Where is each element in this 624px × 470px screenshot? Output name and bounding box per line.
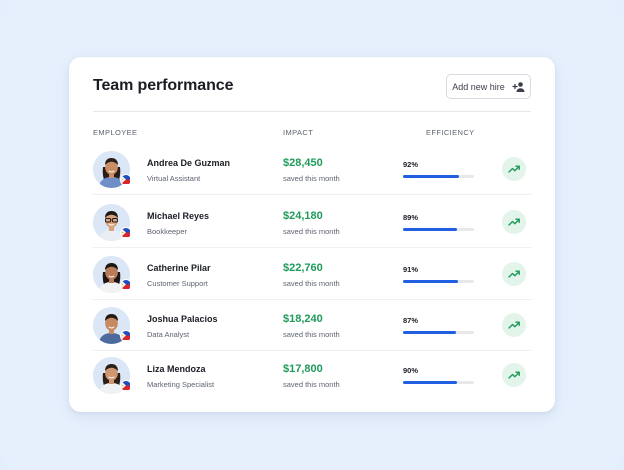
- add-new-hire-label: Add new hire: [452, 81, 505, 92]
- philippines-flag-icon: [120, 279, 132, 291]
- row-divider: [93, 299, 531, 300]
- philippines-flag-icon: [120, 174, 132, 186]
- efficiency-bar-fill: [403, 280, 458, 283]
- employee-role: Data Analyst: [147, 330, 190, 339]
- table-row[interactable]: Liza Mendoza Marketing Specialist $17,800 s…: [93, 351, 531, 401]
- trending-up-icon: [508, 270, 520, 278]
- efficiency-bar-fill: [403, 381, 458, 384]
- trending-up-icon: [508, 218, 520, 226]
- impact-value: $28,450: [283, 157, 323, 169]
- impact-caption: saved this month: [283, 279, 340, 288]
- philippines-flag-icon: [120, 330, 132, 342]
- impact-value: $17,800: [283, 363, 323, 375]
- column-header-impact: IMPACT: [283, 128, 314, 137]
- efficiency-bar: [403, 280, 474, 283]
- add-new-hire-button[interactable]: Add new hire: [446, 74, 531, 99]
- employee-name: Joshua Palacios: [147, 314, 218, 324]
- employee-name: Andrea De Guzman: [147, 158, 231, 168]
- employee-name: Liza Mendoza: [147, 364, 206, 374]
- trending-up-icon: [508, 321, 520, 329]
- efficiency-bar-fill: [403, 331, 456, 334]
- efficiency-bar-fill: [403, 175, 459, 178]
- impact-value: $22,760: [283, 262, 323, 274]
- efficiency-bar: [403, 331, 474, 334]
- impact-value: $18,240: [283, 313, 323, 325]
- trend-button[interactable]: [502, 262, 526, 286]
- header-divider: [93, 111, 531, 112]
- row-divider: [93, 194, 531, 195]
- impact-value: $24,180: [283, 210, 323, 222]
- add-user-icon: [512, 81, 525, 92]
- employee-role: Bookkeeper: [147, 227, 188, 236]
- trending-up-icon: [508, 371, 520, 379]
- table-row[interactable]: Joshua Palacios Data Analyst $18,240 saved …: [93, 301, 531, 351]
- column-header-employee: EMPLOYEE: [93, 128, 138, 137]
- table-row[interactable]: Catherine Pilar Customer Support $22,760 sa…: [93, 250, 531, 300]
- employee-role: Virtual Assistant: [147, 174, 201, 183]
- efficiency-bar: [403, 381, 474, 384]
- employee-name: Michael Reyes: [147, 211, 210, 221]
- impact-caption: saved this month: [283, 174, 340, 183]
- philippines-flag-icon: [120, 380, 132, 392]
- impact-caption: saved this month: [283, 330, 340, 339]
- efficiency-percent: 92%: [403, 160, 419, 169]
- efficiency-percent: 87%: [403, 316, 419, 325]
- column-header-efficiency: EFFICIENCY: [426, 128, 475, 137]
- employee-name: Catherine Pilar: [147, 263, 211, 273]
- efficiency-percent: 90%: [403, 366, 419, 375]
- philippines-flag-icon: [120, 227, 132, 239]
- trend-button[interactable]: [502, 157, 526, 181]
- table-row[interactable]: Michael Reyes Bookkeeper $24,180 saved this…: [93, 198, 531, 248]
- efficiency-bar: [403, 228, 474, 231]
- trend-button[interactable]: [502, 313, 526, 337]
- efficiency-percent: 89%: [403, 213, 419, 222]
- employee-role: Marketing Specialist: [147, 380, 215, 389]
- table-row[interactable]: Andrea De Guzman Virtual Assistant $28,450…: [93, 145, 531, 195]
- trending-up-icon: [508, 165, 520, 173]
- impact-caption: saved this month: [283, 380, 340, 389]
- efficiency-percent: 91%: [403, 265, 419, 274]
- trend-button[interactable]: [502, 363, 526, 387]
- row-divider: [93, 247, 531, 248]
- employee-role: Customer Support: [147, 279, 208, 288]
- trend-button[interactable]: [502, 210, 526, 234]
- efficiency-bar: [403, 175, 474, 178]
- efficiency-bar-fill: [403, 228, 457, 231]
- team-performance-card: Team performance Add new hire EMPLOYEE I…: [69, 57, 555, 412]
- card-title: Team performance: [93, 77, 234, 94]
- impact-caption: saved this month: [283, 227, 340, 236]
